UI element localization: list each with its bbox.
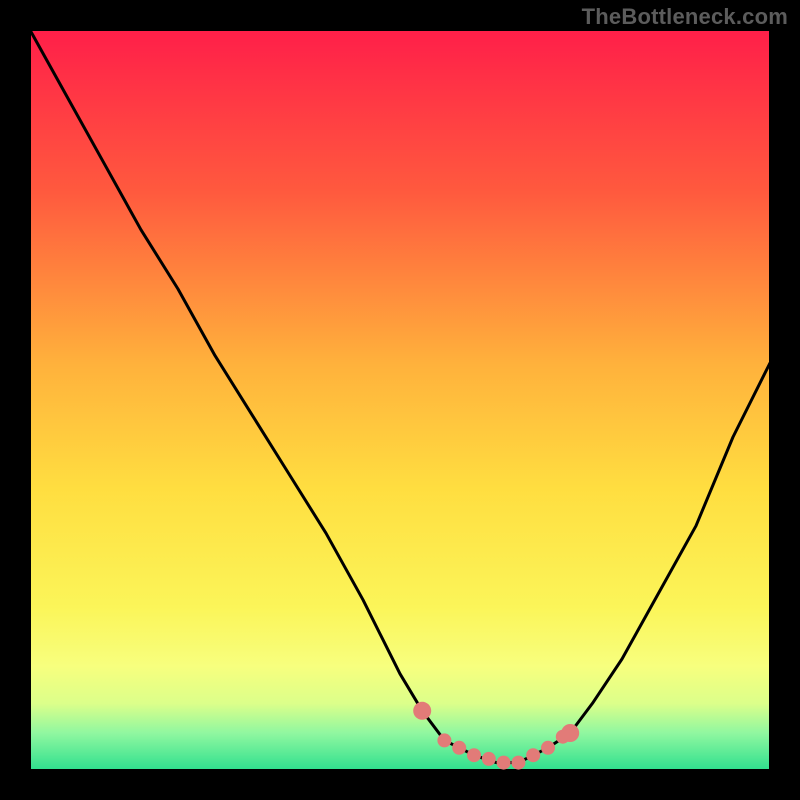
highlight-dot [467, 748, 481, 762]
highlight-dot [497, 756, 511, 770]
watermark-text: TheBottleneck.com [582, 4, 788, 30]
highlight-dot [541, 741, 555, 755]
chart-frame: TheBottleneck.com [0, 0, 800, 800]
highlight-dot [413, 702, 431, 720]
highlight-dot [452, 741, 466, 755]
highlight-dot [482, 752, 496, 766]
bottleneck-chart [0, 0, 800, 800]
highlight-dot [511, 756, 525, 770]
highlight-dot [561, 724, 579, 742]
plot-background [30, 30, 770, 770]
highlight-dot [526, 748, 540, 762]
highlight-dot [437, 733, 451, 747]
